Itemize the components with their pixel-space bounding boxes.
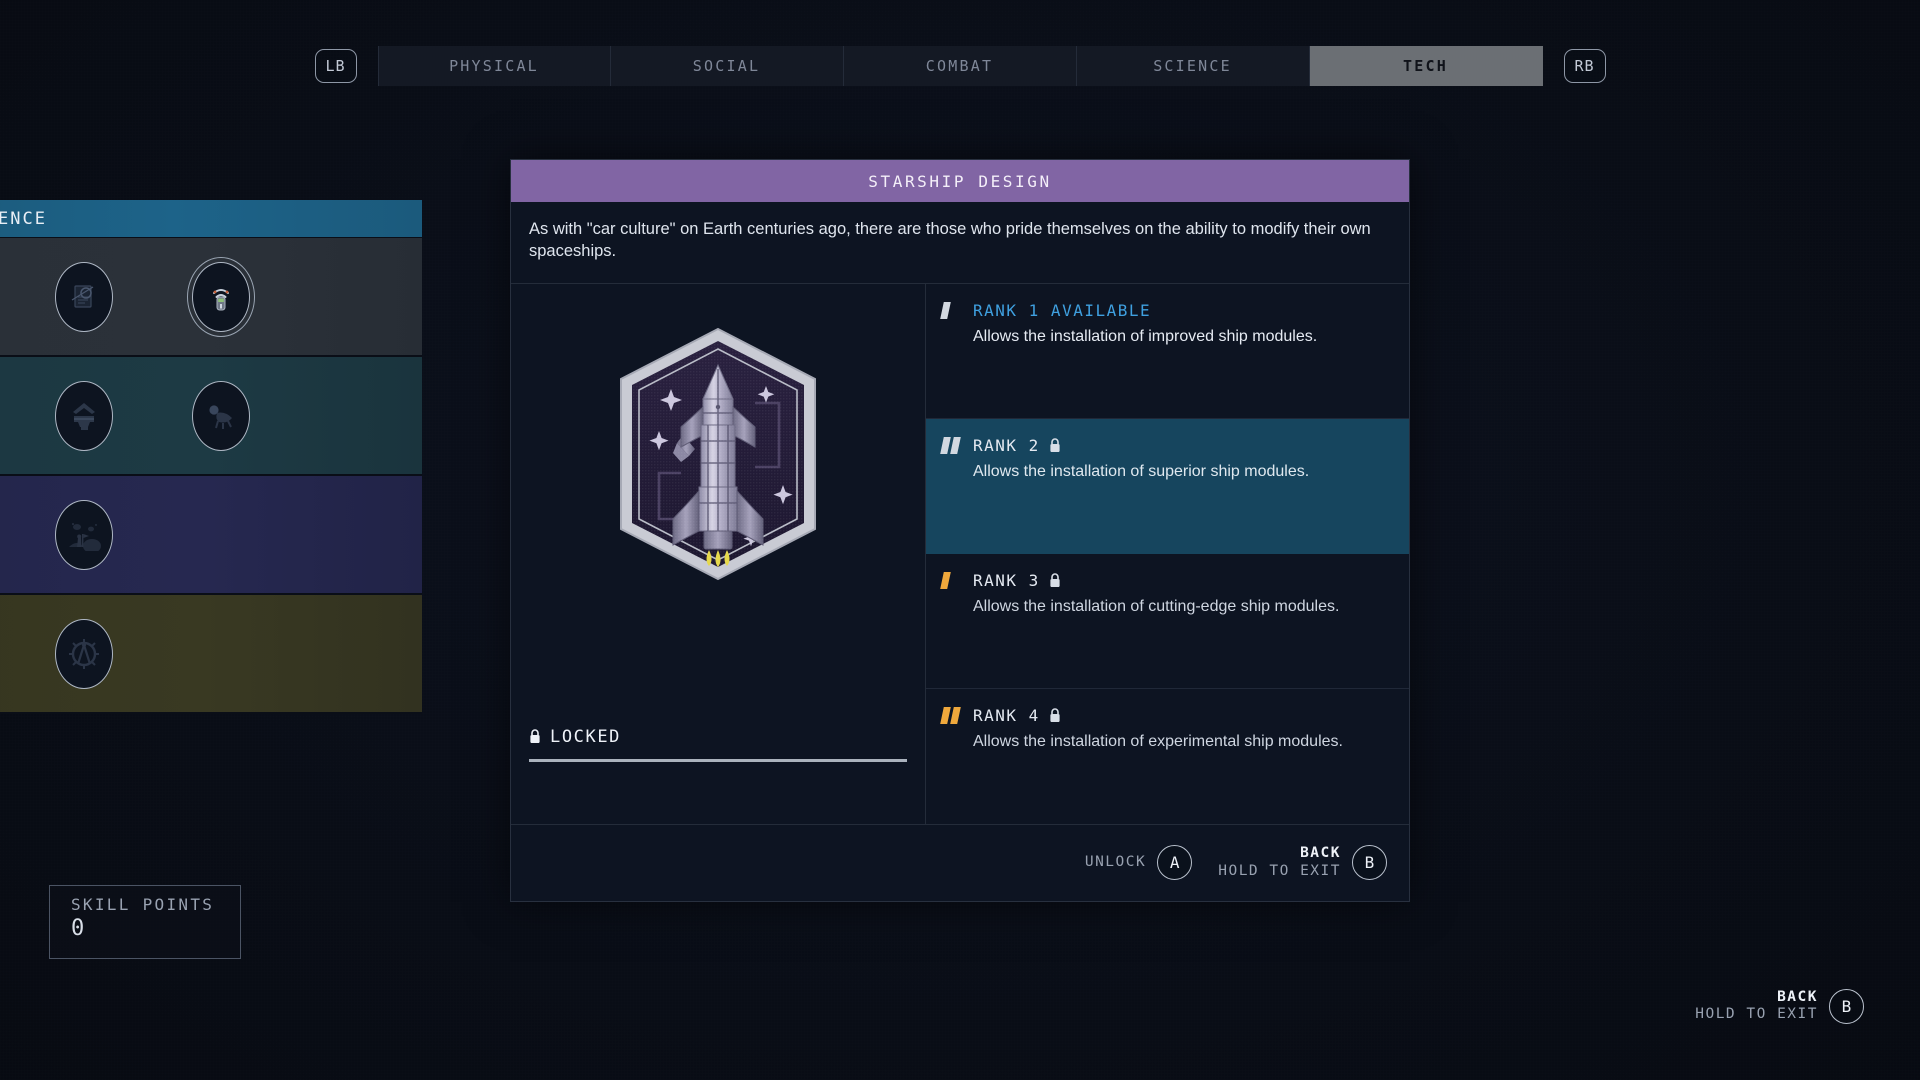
skill-node-empty [152,475,289,594]
rank-pips [940,706,964,724]
scanner-icon [186,256,255,337]
button-b-icon[interactable]: B [1829,988,1864,1024]
lock-icon [1049,438,1061,453]
skill-badge-column: LOCKED [511,283,926,824]
skill-node-empty [152,594,289,713]
skill-tier-row [0,595,422,714]
bumper-lb-button[interactable]: LB [314,49,357,83]
rank-description: Allows the installation of improved ship… [973,327,1318,345]
rank-description: Allows the installation of experimental … [973,732,1343,750]
skill-description: As with "car culture" on Earth centuries… [511,202,1409,284]
rank-list: RANK 1 AVAILABLE Allows the installation… [926,284,1409,824]
rank-description: Allows the installation of superior ship… [973,462,1310,480]
skill-detail-card: STARSHIP DESIGN As with "car culture" on… [510,159,1410,902]
skill-progress-block: LOCKED [529,727,907,762]
rank-description: Allows the installation of cutting-edge … [973,597,1340,615]
unlock-action[interactable]: UNLOCK A [1084,845,1193,881]
status-badge: LOCKED [529,727,907,747]
exit-prompt[interactable]: BACK HOLD TO EXIT B [1695,989,1864,1024]
skill-category-header: ENCE [0,200,422,238]
skill-card-body: LOCKED RANK 1 AVAILABLE Allows the insta… [511,283,1409,824]
rank-row-3[interactable]: RANK 3 Allows the installation of cuttin… [926,554,1409,689]
planetary-habitation-icon [54,499,113,570]
starship-badge-icon [593,314,843,594]
zoology-icon [191,380,250,451]
rank-pips [940,436,964,454]
rank-label: RANK 2 [973,435,1040,455]
skill-node-astrodynamics[interactable] [0,594,15,713]
card-action-bar: UNLOCK A BACK HOLD TO EXIT B [511,823,1409,901]
research-icon [54,261,113,332]
skill-points-label: SKILL POINTS [71,895,215,914]
lock-icon [1049,708,1061,723]
exit-label: BACK HOLD TO EXIT [1695,988,1818,1023]
rank-row-1[interactable]: RANK 1 AVAILABLE Allows the installation… [926,284,1409,419]
skill-node-research[interactable] [15,237,152,356]
button-a-icon[interactable]: A [1157,845,1193,881]
tab-social[interactable]: SOCIAL [610,46,844,86]
skill-points-box: SKILL POINTS 0 [49,885,241,959]
skill-tier-row [0,357,422,476]
rank-header: RANK 4 [940,705,1391,725]
lock-icon [1049,573,1061,588]
rank-pips [940,301,964,319]
skill-node-zoology[interactable] [152,356,289,475]
skill-tier-row [0,476,422,595]
skill-points-value: 0 [71,916,85,941]
back-action[interactable]: BACK HOLD TO EXIT B [1218,845,1387,881]
rank-label: RANK 1 AVAILABLE [973,300,1152,320]
skill-node-scanner[interactable] [152,237,289,356]
rank-pips [940,571,964,589]
rank-label: RANK 3 [973,570,1040,590]
rank-label: RANK 4 [973,705,1040,725]
skill-tree-grid: ENCE [0,200,422,714]
back-label: BACK HOLD TO EXIT [1218,845,1341,879]
rank-row-4[interactable]: RANK 4 Allows the installation of experi… [926,689,1409,824]
tab-physical[interactable]: PHYSICAL [377,46,611,86]
category-tab-bar: LB PHYSICAL SOCIAL COMBAT SCIENCE TECH R… [0,46,1920,86]
skill-node-planetary-habitation[interactable] [15,475,152,594]
tab-combat[interactable]: COMBAT [843,46,1077,86]
engineering-icon [54,618,113,689]
skills-screen: ENCE LB PHYSICAL SOCIAL COMBAT SCIENCE T… [0,0,1920,1080]
rank-header: RANK 1 AVAILABLE [940,300,1391,320]
skill-title: STARSHIP DESIGN [511,160,1409,202]
lock-icon [529,729,541,744]
skill-node-engineering[interactable] [15,594,152,713]
progress-bar [529,758,907,762]
unlock-label: UNLOCK [1084,854,1147,871]
bumper-rb-button[interactable]: RB [1563,49,1606,83]
skill-node-weapon-engineering[interactable] [15,356,152,475]
skill-tier-row [0,238,422,357]
skill-node-spacesuit[interactable] [0,356,15,475]
tabs-container: PHYSICAL SOCIAL COMBAT SCIENCE TECH [377,46,1543,86]
tab-science[interactable]: SCIENCE [1076,46,1310,86]
status-label: LOCKED [550,726,622,747]
weapon-engineering-icon [54,380,113,451]
rank-row-2[interactable]: RANK 2 Allows the installation of superi… [926,418,1409,554]
tab-tech[interactable]: TECH [1309,46,1543,86]
skill-node-medical[interactable] [0,237,15,356]
rank-header: RANK 2 [940,435,1391,455]
button-b-icon[interactable]: B [1352,845,1387,881]
rank-header: RANK 3 [940,570,1391,590]
skill-node-chemistry[interactable] [0,475,15,594]
